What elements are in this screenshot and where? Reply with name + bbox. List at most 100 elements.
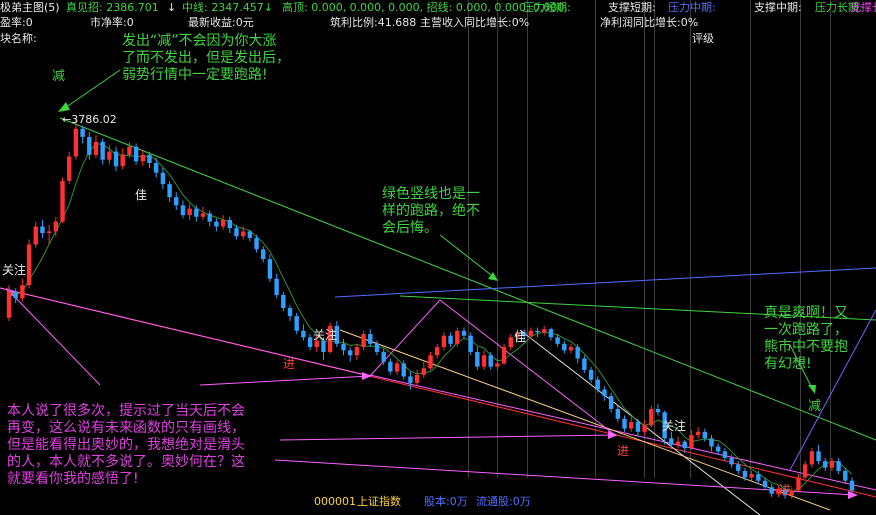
candle xyxy=(187,203,192,221)
candle xyxy=(428,351,433,370)
candle xyxy=(261,246,266,263)
candle xyxy=(140,149,146,167)
annotation-bottom-left: 本人说了很多次，提示过了当天后不会 再变，这么说有未来函数的只有画线， 但是能看… xyxy=(7,403,245,487)
signal-marker: 关注 xyxy=(2,263,27,277)
candle xyxy=(113,146,119,172)
candle xyxy=(307,334,313,351)
candle xyxy=(602,386,607,401)
candle xyxy=(508,334,513,351)
candle xyxy=(608,392,614,413)
candle xyxy=(468,332,473,356)
candle xyxy=(689,430,694,450)
candle xyxy=(301,324,306,341)
candle xyxy=(20,278,25,302)
signal-marker: 进 xyxy=(779,483,792,497)
candle xyxy=(354,343,360,361)
header-indicator: 中线: 2347.457↓ xyxy=(182,1,273,14)
candle xyxy=(736,461,741,475)
signal-sell-label: 减 xyxy=(52,69,66,84)
candle xyxy=(267,254,273,282)
annotation-arrow-head xyxy=(362,372,372,380)
signal-marker: 关注 xyxy=(662,419,687,433)
header-indicator: 支撑短期: xyxy=(608,1,656,14)
candle xyxy=(622,415,627,432)
signal-marker: 关注 xyxy=(313,328,338,342)
stock-name: 上证指数 xyxy=(357,495,401,508)
candle xyxy=(796,474,801,493)
header-indicator: 支撑长期: xyxy=(850,1,876,14)
candle xyxy=(715,443,721,455)
signal-marker: 进 xyxy=(617,444,630,458)
candle xyxy=(441,332,447,351)
trend-line-pink xyxy=(369,374,876,491)
candle xyxy=(769,483,774,497)
trend-line-blue xyxy=(334,267,876,298)
peak-price-label: ←3786.02 xyxy=(62,113,117,126)
sector-field: 评级 xyxy=(692,32,714,45)
candle xyxy=(829,457,835,471)
candle xyxy=(294,312,299,335)
signal-marker: 进 xyxy=(283,357,296,371)
annotation-right: 真是爽啊！又 一次跑路了， 熊市中不要抱 有幻想! xyxy=(764,305,848,372)
candle xyxy=(254,234,259,253)
candle xyxy=(40,220,45,238)
candle xyxy=(588,366,594,383)
candle xyxy=(274,273,279,299)
candle xyxy=(475,347,480,370)
sector-field: 块名称: xyxy=(0,32,37,45)
candle xyxy=(595,376,600,393)
candle xyxy=(33,221,38,248)
fundamental-field: 主营收入同比增长:0% xyxy=(420,16,530,29)
candle xyxy=(709,435,714,452)
candle xyxy=(247,229,253,242)
candle xyxy=(836,457,841,475)
candle xyxy=(120,148,125,170)
fundamental-field: 净利润同比增长:0% xyxy=(600,16,699,29)
candle xyxy=(341,338,346,356)
candle xyxy=(160,167,166,190)
signal-sell-label: 减 xyxy=(808,399,822,414)
candle xyxy=(535,327,540,338)
annotation-arrow xyxy=(61,69,121,111)
candle xyxy=(749,470,754,481)
kline-chart-window[interactable]: 极弟主图(5) 真见招: 2386.701 ↓ 中线: 2347.457↓ 高顶: 0.… xyxy=(0,0,876,515)
share-capital: 股本:0万 xyxy=(424,495,468,508)
candle xyxy=(615,405,621,423)
candle xyxy=(394,360,400,375)
candle xyxy=(501,343,507,366)
annotation-arrow-head xyxy=(808,385,816,394)
stock-code: 000001 xyxy=(314,495,356,508)
candle xyxy=(575,343,580,364)
annotation-top: 发出“减”不会因为你大涨 了而不发出，但是发出后， 弱势行情中一定要跑路! xyxy=(122,33,290,83)
candle xyxy=(461,327,467,339)
candle xyxy=(348,347,353,362)
signal-marker: 佳 xyxy=(514,330,527,344)
trend-line-yellow xyxy=(339,329,831,511)
candle xyxy=(816,444,821,465)
candle xyxy=(174,192,179,211)
header-indicator: 真见招: 2386.701 xyxy=(66,1,159,14)
candle xyxy=(227,216,232,234)
candle xyxy=(167,180,172,203)
annotation-arrow xyxy=(279,434,616,441)
annotation-arrow xyxy=(439,299,616,436)
candle xyxy=(655,404,661,416)
candle xyxy=(823,457,828,471)
candle xyxy=(368,329,373,348)
candle xyxy=(542,325,547,336)
candle xyxy=(548,327,554,341)
signal-marker: 佳 xyxy=(135,188,148,202)
candle xyxy=(361,330,366,351)
header-indicator: 压力短期: xyxy=(523,1,571,14)
candle xyxy=(421,361,427,379)
header-indicator: 支撑中期: xyxy=(754,1,802,14)
header-indicator: 极弟主图(5) xyxy=(0,1,60,14)
candle xyxy=(809,448,815,468)
annotation-arrow xyxy=(9,291,101,386)
candle xyxy=(481,350,487,370)
header-indicator: ↓ xyxy=(167,1,177,14)
candle xyxy=(629,417,634,432)
candle xyxy=(80,125,85,144)
annotation-arrow-head xyxy=(608,431,618,439)
annotation-middle: 绿色竖线也是一 样的跑路，绝不 会后悔。 xyxy=(382,186,480,236)
